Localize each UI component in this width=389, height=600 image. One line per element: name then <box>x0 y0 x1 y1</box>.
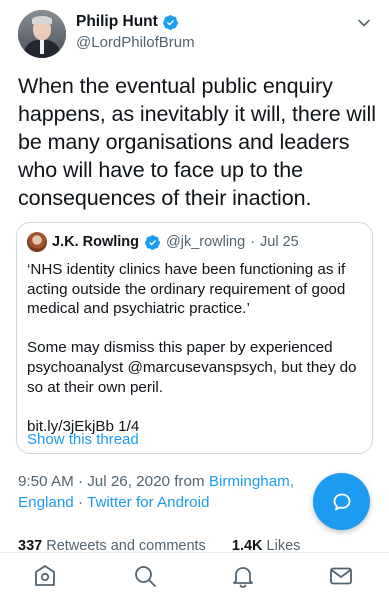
chevron-down-icon[interactable] <box>357 16 371 30</box>
show-thread-link[interactable]: Show this thread <box>27 431 139 448</box>
quoted-author-avatar <box>27 232 47 252</box>
retweets-count[interactable]: 337 <box>18 538 42 550</box>
verified-badge-icon <box>162 14 178 30</box>
quoted-paragraph: ‘NHS identity clinics have been function… <box>27 261 346 318</box>
tweet-stats: 337 Retweets and comments 1.4K Likes <box>18 538 378 550</box>
quoted-paragraph: Some may dismiss this paper by experienc… <box>27 339 357 396</box>
tweet-source-link[interactable]: Twitter for Android <box>87 494 209 511</box>
verified-badge-icon <box>145 234 160 250</box>
messages-icon[interactable] <box>328 563 354 589</box>
reply-bubble-icon <box>333 493 350 510</box>
author-name[interactable]: Philip Hunt <box>76 13 158 31</box>
reply-button[interactable] <box>313 473 370 530</box>
search-icon[interactable] <box>132 563 158 589</box>
author-handle[interactable]: @LordPhilofBrum <box>76 34 195 51</box>
quoted-author-handle: @jk_rowling <box>166 234 246 250</box>
tweet-timestamp: 9:50 AM · Jul 26, 2020 from <box>18 473 205 490</box>
quoted-tweet-card[interactable]: J.K. Rowling @jk_rowling · Jul 25 ‘NHS i… <box>16 222 373 454</box>
tweet-author-row: Philip Hunt @LordPhilofBrum <box>18 10 375 58</box>
notifications-icon[interactable] <box>230 563 256 589</box>
bottom-tab-bar <box>0 552 389 600</box>
retweets-label[interactable]: Retweets and comments <box>46 538 206 550</box>
meta-separator: · <box>77 494 84 511</box>
likes-label[interactable]: Likes <box>267 538 301 550</box>
author-name-line[interactable]: Philip Hunt <box>76 13 179 31</box>
tweet-meta: 9:50 AM · Jul 26, 2020 from Birmingham, … <box>18 471 318 513</box>
home-icon[interactable] <box>32 563 58 589</box>
author-avatar[interactable] <box>18 10 66 58</box>
quoted-separator: · <box>250 234 256 250</box>
quoted-author-name: J.K. Rowling <box>52 234 139 250</box>
quoted-tweet-header: J.K. Rowling @jk_rowling · Jul 25 <box>27 232 299 252</box>
tweet-text: When the eventual public enquiry happens… <box>18 74 376 210</box>
quoted-tweet-text: ‘NHS identity clinics have been function… <box>27 260 362 456</box>
quoted-date: Jul 25 <box>260 234 299 250</box>
likes-count[interactable]: 1.4K <box>232 538 263 550</box>
